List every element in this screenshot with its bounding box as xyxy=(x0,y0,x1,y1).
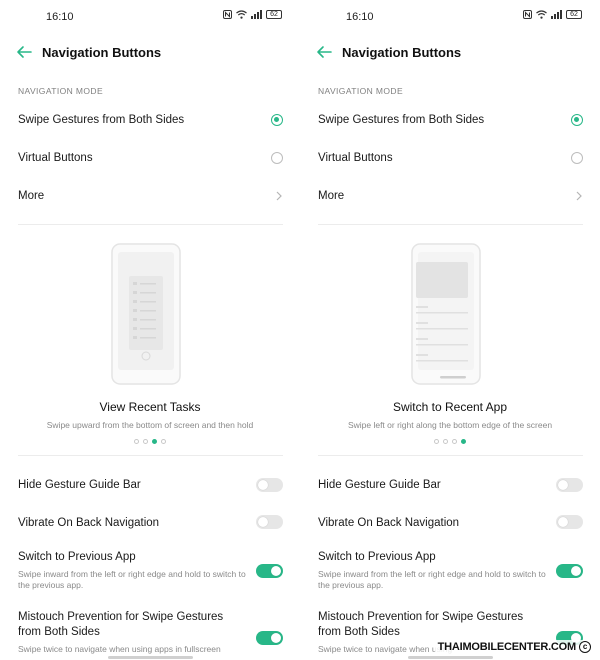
page-title: Navigation Buttons xyxy=(42,45,162,60)
divider xyxy=(18,455,283,456)
nfc-icon xyxy=(523,10,532,19)
carousel-title: View Recent Tasks xyxy=(99,400,201,414)
wifi-icon xyxy=(236,10,247,19)
app-header: Navigation Buttons xyxy=(300,38,600,66)
toggle-row-hide-guide-bar[interactable]: Hide Gesture Guide Bar xyxy=(300,475,600,497)
section-label: NAVIGATION MODE xyxy=(318,86,404,96)
option-swipe-gestures[interactable]: Swipe Gestures from Both Sides xyxy=(0,102,300,138)
phone-illustration-switch-app xyxy=(411,243,481,385)
more-label: More xyxy=(18,190,45,202)
toggle-label: Hide Gesture Guide Bar xyxy=(18,479,141,491)
toggle-row-hide-guide-bar[interactable]: Hide Gesture Guide Bar xyxy=(0,475,300,497)
carousel-pagination xyxy=(0,439,300,444)
page-dot[interactable] xyxy=(161,439,166,444)
toggle-row-switch-previous-app[interactable]: Switch to Previous App Swipe inward from… xyxy=(0,550,300,596)
page-dot[interactable] xyxy=(134,439,139,444)
page-dot-active[interactable] xyxy=(461,439,466,444)
toggle-row-vibrate-back[interactable]: Vibrate On Back Navigation xyxy=(0,513,300,535)
battery-icon: 62 xyxy=(566,10,582,19)
page-title: Navigation Buttons xyxy=(342,45,462,60)
toggle-label: Vibrate On Back Navigation xyxy=(318,517,460,529)
chevron-right-icon xyxy=(276,191,282,201)
more-row[interactable]: More xyxy=(0,178,300,214)
status-icons: 62 xyxy=(523,10,582,19)
home-indicator xyxy=(108,656,193,659)
option-virtual-buttons[interactable]: Virtual Buttons xyxy=(0,140,300,176)
carousel-description: Swipe left or right along the bottom edg… xyxy=(347,420,553,430)
toggle-switch-off[interactable] xyxy=(556,478,583,492)
back-arrow-icon[interactable] xyxy=(314,44,334,60)
divider xyxy=(318,224,583,225)
toggle-description: Swipe twice to navigate when using apps … xyxy=(18,644,221,654)
status-bar: 16:10 62 xyxy=(0,0,300,34)
watermark-text: THAIMOBILECENTER.COM xyxy=(437,641,577,653)
page-dot-active[interactable] xyxy=(152,439,157,444)
page-dot[interactable] xyxy=(434,439,439,444)
toggle-row-mistouch-prevention[interactable]: Mistouch Prevention for Swipe Gestures f… xyxy=(0,610,300,660)
option-label: Virtual Buttons xyxy=(318,152,393,164)
signal-icon xyxy=(251,10,262,19)
watermark: THAIMOBILECENTER.COM c xyxy=(434,640,594,654)
copyright-icon: c xyxy=(579,641,591,653)
back-arrow-icon[interactable] xyxy=(14,44,34,60)
toggle-switch-off[interactable] xyxy=(256,478,283,492)
more-label: More xyxy=(318,190,345,202)
section-label: NAVIGATION MODE xyxy=(18,86,104,96)
battery-icon: 62 xyxy=(266,10,282,19)
divider xyxy=(18,224,283,225)
wifi-icon xyxy=(536,10,547,19)
nfc-icon xyxy=(223,10,232,19)
toggle-label: Mistouch Prevention for Swipe Gestures f… xyxy=(18,611,224,638)
radio-unselected[interactable] xyxy=(271,152,283,164)
toggle-switch-on[interactable] xyxy=(256,564,283,578)
option-label: Swipe Gestures from Both Sides xyxy=(18,114,185,126)
toggle-switch-off[interactable] xyxy=(256,515,283,529)
toggle-label: Hide Gesture Guide Bar xyxy=(318,479,441,491)
status-bar: 16:10 62 xyxy=(300,0,600,34)
toggle-label: Switch to Previous App xyxy=(18,551,136,563)
radio-selected[interactable] xyxy=(571,114,583,126)
toggle-row-switch-previous-app[interactable]: Switch to Previous App Swipe inward from… xyxy=(300,550,600,596)
phone-illustration-recent-tasks xyxy=(111,243,181,385)
chevron-right-icon xyxy=(576,191,582,201)
toggle-label: Vibrate On Back Navigation xyxy=(18,517,160,529)
carousel-description: Swipe upward from the bottom of screen a… xyxy=(46,420,254,430)
carousel-title: Switch to Recent App xyxy=(392,400,508,414)
toggle-label: Switch to Previous App xyxy=(318,551,436,563)
option-swipe-gestures[interactable]: Swipe Gestures from Both Sides xyxy=(300,102,600,138)
radio-unselected[interactable] xyxy=(571,152,583,164)
signal-icon xyxy=(551,10,562,19)
divider xyxy=(318,455,583,456)
status-time: 16:10 xyxy=(46,11,74,23)
page-dot[interactable] xyxy=(452,439,457,444)
radio-selected[interactable] xyxy=(271,114,283,126)
option-label: Virtual Buttons xyxy=(18,152,93,164)
toggle-switch-off[interactable] xyxy=(556,515,583,529)
status-time: 16:10 xyxy=(346,11,374,23)
more-row[interactable]: More xyxy=(300,178,600,214)
toggle-description: Swipe inward from the left or right edge… xyxy=(18,569,246,590)
settings-screen-left: 16:10 62 Navigation Buttons NAVIGATION M… xyxy=(0,0,300,660)
page-dot[interactable] xyxy=(443,439,448,444)
toggle-label: Mistouch Prevention for Swipe Gestures f… xyxy=(318,611,524,638)
toggle-switch-on[interactable] xyxy=(256,631,283,645)
app-header: Navigation Buttons xyxy=(0,38,300,66)
page-dot[interactable] xyxy=(143,439,148,444)
status-icons: 62 xyxy=(223,10,282,19)
toggle-row-vibrate-back[interactable]: Vibrate On Back Navigation xyxy=(300,513,600,535)
carousel-pagination xyxy=(300,439,600,444)
option-virtual-buttons[interactable]: Virtual Buttons xyxy=(300,140,600,176)
toggle-description: Swipe inward from the left or right edge… xyxy=(318,569,546,590)
option-label: Swipe Gestures from Both Sides xyxy=(318,114,485,126)
home-indicator xyxy=(408,656,493,659)
toggle-switch-on[interactable] xyxy=(556,564,583,578)
settings-screen-right: 16:10 62 Navigation Buttons NAVIGATION M… xyxy=(300,0,600,660)
